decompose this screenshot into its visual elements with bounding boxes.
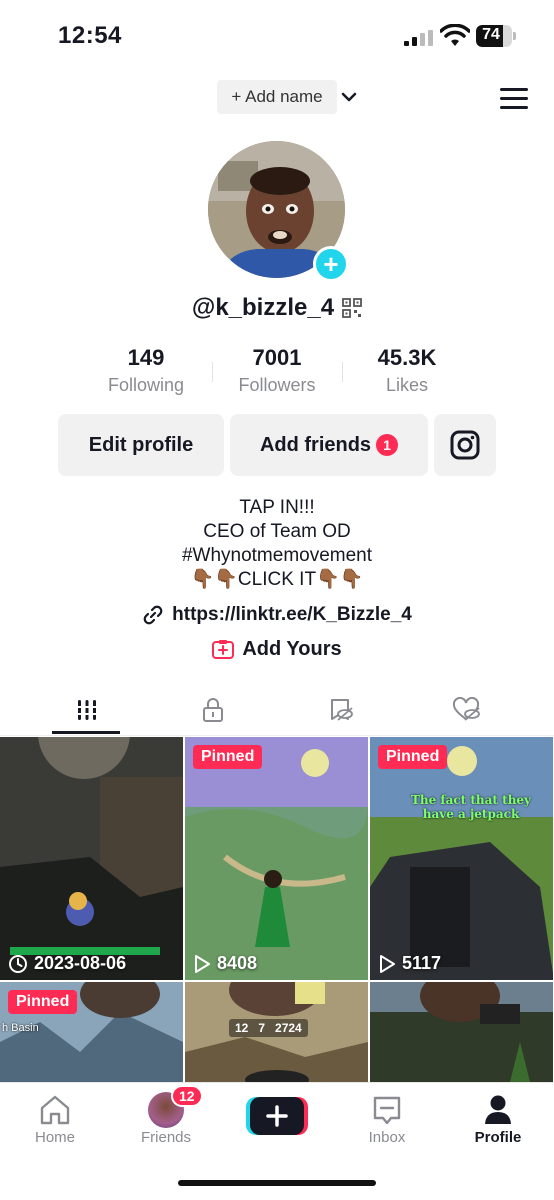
nav-inbox[interactable]: Inbox [332, 1091, 442, 1146]
video-meta: 8408 [193, 953, 257, 974]
likes-count: 45.3K [377, 345, 437, 370]
stat-following[interactable]: 149 Following [81, 344, 211, 398]
video-thumbnail[interactable]: Pinned The fact that they have a jetpack… [370, 737, 553, 980]
following-count: 149 [127, 345, 165, 370]
play-icon [195, 954, 210, 973]
bio-line: TAP IN!!! [239, 497, 315, 518]
nav-home-label: Home [34, 1129, 75, 1146]
link-icon [143, 605, 163, 625]
video-preview-image [185, 737, 368, 980]
stat-likes[interactable]: 45.3K Likes [342, 344, 472, 398]
video-views: 5117 [402, 953, 442, 973]
edit-profile-label: Edit profile [88, 433, 194, 456]
video-preview-image [370, 737, 553, 980]
tab-reposts[interactable] [272, 686, 410, 734]
bio-line: 👇🏾👇🏾CLICK IT👇🏾👇🏾 [190, 569, 364, 590]
profile-link[interactable]: https://linktr.ee/K_Bizzle_4 [0, 602, 554, 628]
video-thumbnail[interactable]: Pinned h Basin [0, 982, 183, 1082]
tab-private[interactable] [144, 686, 282, 734]
video-thumbnail[interactable]: 2023-08-06 [0, 737, 183, 980]
bio: TAP IN!!! CEO of Team OD #Whynotmemoveme… [0, 496, 554, 592]
username-row: @k_bizzle_4 [0, 292, 554, 324]
profile-link-text: https://linktr.ee/K_Bizzle_4 [172, 604, 412, 625]
nav-friends-label: Friends [140, 1129, 192, 1146]
wifi-icon [440, 24, 470, 46]
instagram-button[interactable] [434, 414, 496, 476]
pinned-badge: Pinned [8, 990, 78, 1014]
lock-icon [203, 698, 223, 722]
nav-home[interactable]: Home [0, 1091, 110, 1146]
followers-count: 7001 [252, 345, 302, 370]
add-yours-icon [212, 640, 235, 659]
followers-label: Followers [238, 375, 316, 395]
qr-code-icon[interactable] [342, 298, 362, 318]
video-views: 8408 [217, 953, 258, 973]
nav-friends[interactable]: 12 Friends [111, 1085, 221, 1146]
bio-line: CEO of Team OD [203, 521, 351, 542]
nav-profile[interactable]: Profile [443, 1091, 553, 1146]
edit-profile-button[interactable]: Edit profile [58, 414, 224, 476]
status-bar: 12:54 74 [0, 0, 554, 70]
pinned-badge: Pinned [193, 745, 263, 769]
video-thumbnail[interactable]: Pinned 8408 [185, 737, 368, 980]
following-label: Following [107, 375, 185, 395]
top-nav: + Add name [0, 78, 554, 118]
map-label-overlay: h Basin [2, 1022, 39, 1034]
add-yours-button[interactable]: Add Yours [0, 636, 554, 662]
likes-label: Likes [385, 375, 429, 395]
inbox-icon [373, 1096, 401, 1125]
battery-icon: 74 [476, 25, 516, 47]
home-icon [40, 1095, 70, 1125]
video-date: 2023-08-06 [34, 953, 127, 973]
content-tabs [0, 686, 554, 736]
home-indicator [178, 1180, 376, 1186]
bio-line: #Whynotmemovement [181, 545, 373, 566]
hidden-likes-icon [452, 697, 480, 721]
active-tab-indicator [52, 731, 120, 734]
play-icon [380, 954, 395, 973]
video-caption-overlay: The fact that they have a jetpack [410, 793, 532, 821]
friends-badge: 12 [171, 1085, 203, 1107]
video-grid: 2023-08-06 Pinned 8408 Pinned The fact t… [0, 737, 554, 1082]
hamburger-menu-icon[interactable] [500, 86, 528, 110]
add-name-button[interactable]: + Add name [217, 80, 337, 114]
stat-followers[interactable]: 7001 Followers [212, 344, 342, 398]
video-thumbnail[interactable]: 12 7 2724 [185, 982, 368, 1082]
create-plus-button[interactable] [246, 1095, 308, 1137]
nav-inbox-label: Inbox [368, 1129, 406, 1146]
grid-bars-icon [75, 700, 99, 720]
hidden-reposts-icon [331, 699, 353, 721]
battery-level: 74 [482, 26, 500, 43]
clock-icon [9, 954, 27, 973]
profile-icon [485, 1095, 511, 1124]
video-thumbnail[interactable] [370, 982, 553, 1082]
video-meta: 5117 [378, 953, 441, 974]
video-meta: 2023-08-06 [8, 953, 126, 974]
status-time: 12:54 [58, 22, 122, 49]
nav-profile-label: Profile [474, 1129, 522, 1146]
chevron-down-icon[interactable] [340, 88, 358, 106]
cellular-signal-icon [404, 30, 433, 46]
add-yours-label: Add Yours [242, 637, 342, 660]
username: @k_bizzle_4 [191, 294, 335, 321]
tab-videos[interactable] [18, 686, 156, 734]
add-avatar-plus-icon[interactable]: + [313, 246, 349, 282]
instagram-icon [450, 430, 480, 460]
profile-stats: 149 Following 7001 Followers 45.3K Likes [0, 344, 554, 400]
video-preview-image [370, 982, 553, 1082]
tab-liked[interactable] [398, 686, 536, 734]
add-friends-badge: 1 [376, 434, 399, 456]
add-friends-button[interactable]: Add friends 1 [230, 414, 428, 476]
pinned-badge: Pinned [378, 745, 448, 769]
add-friends-label: Add friends [259, 433, 372, 456]
game-hud-overlay: 12 7 2724 [229, 1019, 308, 1037]
